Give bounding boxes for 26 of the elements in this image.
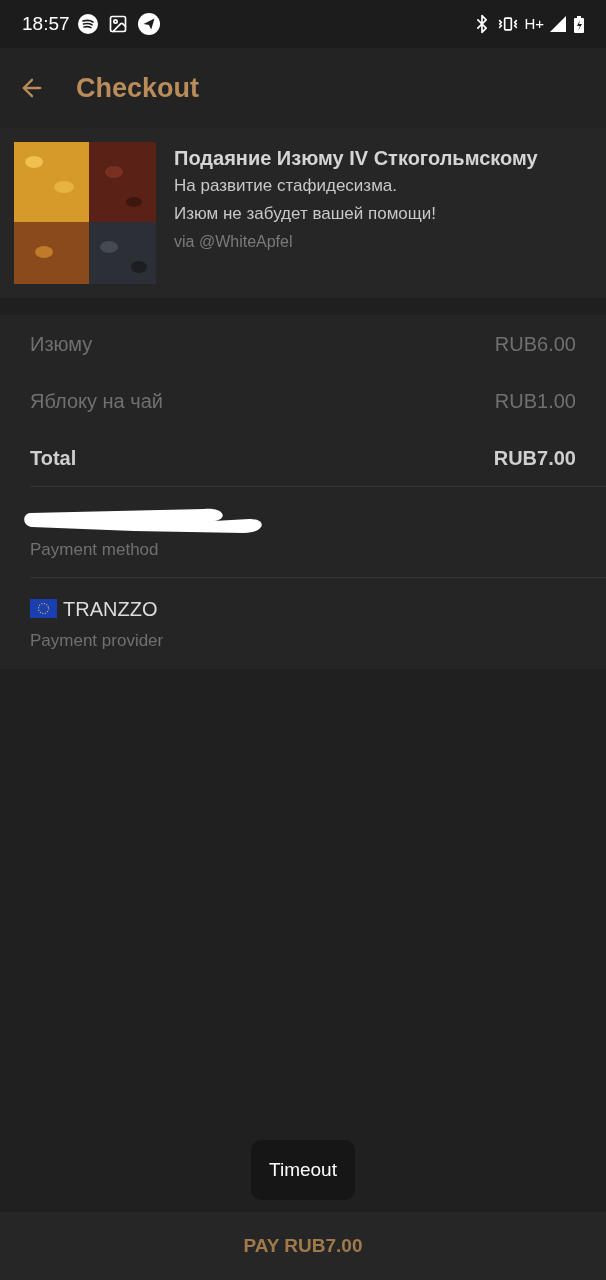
provider-name: TRANZZO (63, 596, 158, 622)
battery-icon (574, 15, 584, 33)
pay-button[interactable]: PAY RUB7.00 (0, 1212, 606, 1280)
send-app-icon (137, 13, 160, 35)
page-title: Checkout (76, 71, 200, 105)
price-label: Total (30, 445, 77, 471)
flag-icon (30, 599, 57, 619)
product-via: via @WhiteApfel (174, 232, 294, 252)
toast: Timeout (251, 1139, 355, 1200)
signal-icon (550, 16, 566, 32)
payment-provider-row[interactable]: TRANZZO Payment provider (0, 578, 606, 669)
network-type: H+ (524, 13, 544, 34)
image-icon (107, 14, 128, 34)
product-description: На развитие стафидесизма. (174, 175, 399, 197)
payment-provider-label: Payment provider (30, 629, 164, 652)
product-description: Изюм не забудет вашей помощи! (174, 203, 438, 225)
price-amount: RUB6.00 (494, 331, 576, 357)
price-label: Яблоку на чай (30, 388, 163, 414)
price-amount: RUB1.00 (494, 388, 576, 414)
music-app-icon (77, 14, 98, 34)
price-amount: RUB7.00 (493, 445, 576, 471)
price-label: Изюму (30, 331, 93, 357)
vibrate-icon (498, 14, 519, 34)
payment-method-label: Payment method (30, 539, 160, 562)
product-title: Подаяние Изюму IV Сткогольмскому (174, 146, 538, 171)
status-time: 18:57 (22, 11, 70, 36)
